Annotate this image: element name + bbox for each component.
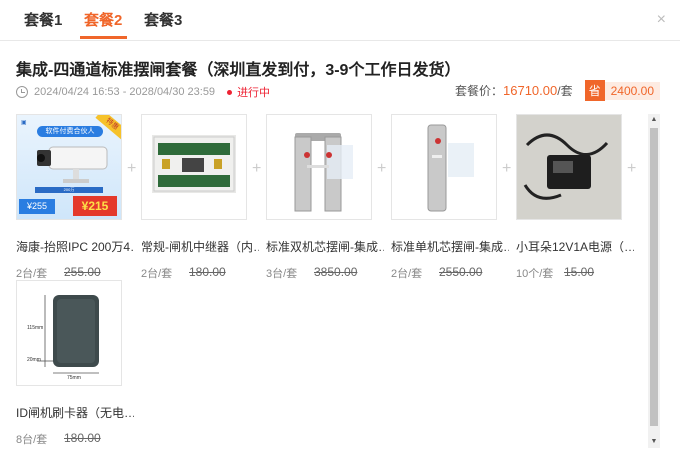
product-item-double-gate[interactable]: 标准双机芯摆闸-集成… 3台/套 3850.00 [266,114,386,281]
swing-gate-icon [427,124,474,212]
swing-gate-icon [294,133,353,212]
dimension-depth: 20mm [27,357,41,363]
product-name: ID闸机刷卡器（无电… [16,406,134,420]
save-amount: 2400.00 [604,81,660,100]
save-tag: 省 [584,80,605,101]
power-adapter-icon [517,115,621,219]
price-area: 套餐价： 16710.00 /套 省 2400.00 [455,80,660,101]
product-qty: 3台/套 [266,268,298,280]
plus-icon: + [252,160,262,177]
original-price: 15.00 [564,265,595,279]
scrollbar[interactable]: ▲ ▼ [648,114,660,448]
promo-banner: 软件付费合伙人 [37,126,103,137]
active-tab-indicator [80,36,127,39]
product-qty: 2台/套 [16,268,48,280]
package-meta: 2024/04/24 16:53 - 2028/04/30 23:59 进行中 [16,84,270,100]
scroll-up-icon[interactable]: ▲ [648,114,660,126]
product-item-relay[interactable]: 常规-闸机中继器（内… 2台/套 180.00 [141,114,261,281]
product-image-single-gate [391,114,497,220]
tab-package-2[interactable]: 套餐2 [84,9,122,30]
scroll-down-icon[interactable]: ▼ [648,436,660,448]
plus-icon: + [377,160,387,177]
original-price: 255.00 [64,265,101,279]
clock-icon [16,86,28,98]
tab-package-1[interactable]: 套餐1 [24,9,62,30]
promo-price-new: ¥215 [73,196,117,216]
product-name: 标准单机芯摆闸-集成… [391,240,509,254]
product-image-camera: ▣ 软件付费合伙人 特惠 200万 ¥255 ¥215 [16,114,122,220]
price-unit: /套 [557,84,573,98]
camera-icon [37,146,108,183]
product-image-relay [141,114,247,220]
original-price: 180.00 [189,265,226,279]
product-qty: 2台/套 [391,268,423,280]
plus-icon: + [127,160,137,177]
scrollbar-thumb[interactable] [650,128,658,426]
product-image-card-reader: 115mm 20mm 75mm [16,280,122,386]
tab-bar: 套餐1 套餐2 套餐3 × [0,0,680,41]
product-qty: 10个/套 [516,268,554,280]
product-item-camera[interactable]: ▣ 软件付费合伙人 特惠 200万 ¥255 ¥215 海康-抬照IPC 200… [16,114,136,281]
dimension-width: 75mm [67,375,81,381]
product-image-double-gate [266,114,372,220]
promo-price-old: ¥255 [19,199,55,214]
product-item-power-supply[interactable]: 小耳朵12V1A电源（… 10个/套 15.00 [516,114,636,281]
card-reader-icon [37,295,99,374]
product-item-card-reader[interactable]: 115mm 20mm 75mm ID闸机刷卡器（无电… 8台/套 180.00 [16,280,136,447]
relay-board-icon [152,135,236,193]
tab-package-3[interactable]: 套餐3 [144,9,182,30]
original-price: 180.00 [64,431,101,445]
product-name: 小耳朵12V1A电源（… [516,240,634,254]
original-price: 2550.00 [439,265,483,279]
dimension-height: 115mm [27,325,44,331]
original-price: 3850.00 [314,265,358,279]
product-qty: 2台/套 [141,268,173,280]
product-item-single-gate[interactable]: 标准单机芯摆闸-集成… 2台/套 2550.00 [391,114,511,281]
product-qty: 8台/套 [16,434,48,446]
product-name: 海康-抬照IPC 200万4… [16,240,134,254]
product-image-power-supply [516,114,622,220]
product-name: 常规-闸机中继器（内… [141,240,259,254]
time-range: 2024/04/24 16:53 - 2028/04/30 23:59 [34,86,216,98]
package-title: 集成-四通道标准摆闸套餐（深圳直发到付，3-9个工作日发货） [16,62,461,79]
plus-icon: + [502,160,512,177]
status-dot-icon [227,89,233,95]
package-price: 16710.00 [503,83,558,98]
status-badge: 进行中 [237,87,271,99]
plus-icon: + [627,160,637,177]
product-name: 标准双机芯摆闸-集成… [266,240,384,254]
close-icon[interactable]: × [657,12,666,28]
price-label: 套餐价： [455,84,504,98]
